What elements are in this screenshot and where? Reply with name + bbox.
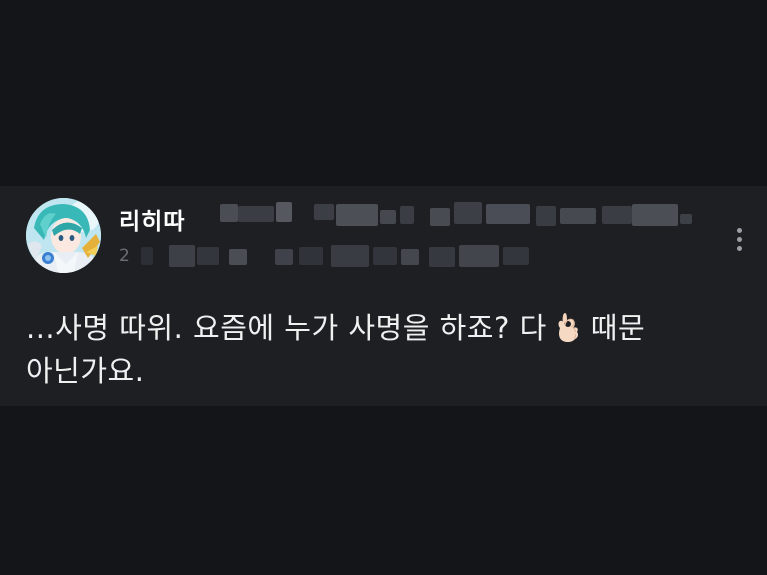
- post-meta-blurred: [218, 202, 696, 228]
- screen: 리히따 2 ...사명 따위. 요즘에 누가 사명을 하죠? 다 때문 아닌가요…: [0, 0, 767, 575]
- post-card[interactable]: 리히따 2 ...사명 따위. 요즘에 누가 사명을 하죠? 다 때문 아닌가요…: [0, 186, 767, 406]
- more-options-button[interactable]: [728, 222, 750, 256]
- post-text-part-2: 때문: [590, 311, 646, 345]
- post-body: ...사명 따위. 요즘에 누가 사명을 하죠? 다 때문아닌가요.: [26, 307, 738, 393]
- more-vertical-icon: [736, 245, 742, 251]
- avatar-character-icon: [26, 198, 101, 273]
- author-name[interactable]: 리히따: [119, 202, 185, 236]
- more-vertical-icon: [736, 227, 742, 233]
- ok-hand-emoji-icon: [558, 313, 578, 343]
- post-timestamp-blurred: 2: [119, 243, 531, 269]
- post-text-part-1: ...사명 따위. 요즘에 누가 사명을 하죠? 다: [26, 311, 547, 345]
- timestamp-start: 2: [119, 246, 130, 266]
- more-vertical-icon: [736, 236, 742, 242]
- avatar[interactable]: [26, 198, 101, 273]
- post-text-line-2: 아닌가요.: [26, 354, 145, 388]
